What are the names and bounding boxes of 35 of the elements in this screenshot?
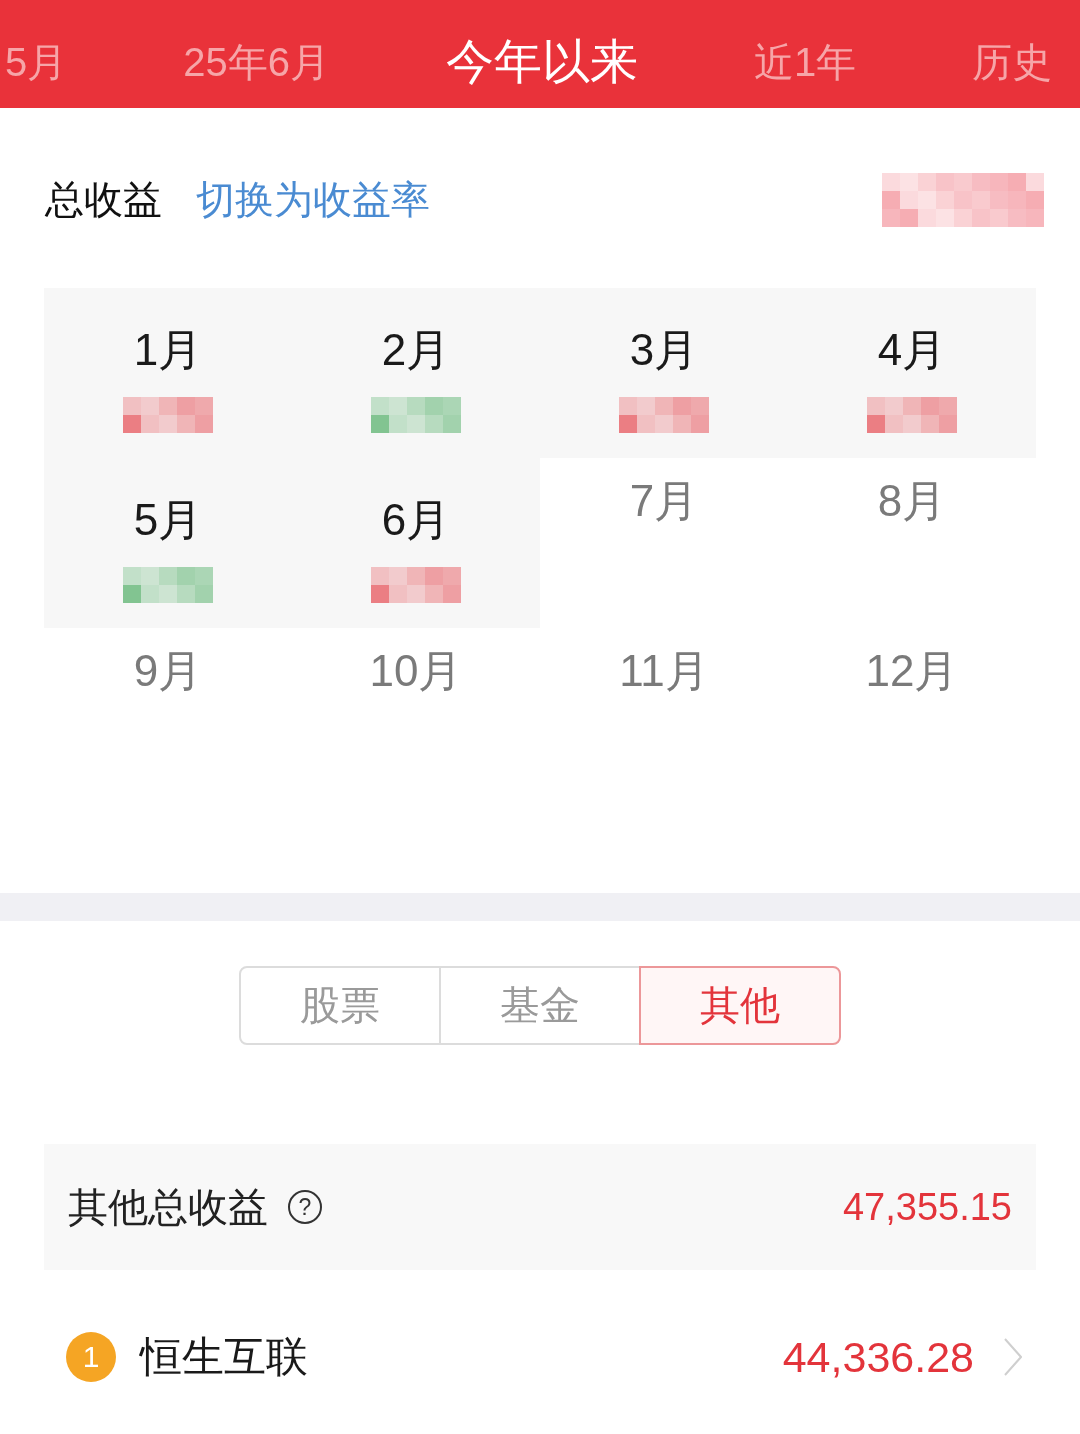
holding-profit-value: 44,336.28 bbox=[782, 1332, 974, 1382]
period-tab[interactable]: 近1年 bbox=[754, 34, 857, 90]
month-label: 11月 bbox=[619, 646, 709, 696]
month-label: 2月 bbox=[381, 325, 451, 375]
month-label: 3月 bbox=[629, 325, 699, 375]
month-cell[interactable]: 2月 bbox=[292, 288, 540, 458]
month-label: 6月 bbox=[381, 495, 451, 545]
month-label: 1月 bbox=[133, 325, 203, 375]
month-cell[interactable]: 6月 bbox=[292, 458, 540, 628]
month-label: 7月 bbox=[629, 476, 699, 526]
month-cell[interactable]: 4月 bbox=[788, 288, 1036, 458]
holding-name[interactable]: 恒生互联 bbox=[140, 1329, 308, 1385]
period-tab[interactable]: 今年以来 bbox=[446, 30, 638, 94]
category-tab[interactable]: 其他 bbox=[639, 966, 842, 1045]
month-label: 5月 bbox=[133, 495, 203, 545]
month-cell[interactable]: 3月 bbox=[540, 288, 788, 458]
month-cell[interactable]: 1月 bbox=[44, 288, 292, 458]
month-label: 9月 bbox=[133, 646, 203, 696]
month-label: 12月 bbox=[865, 646, 959, 696]
rank-badge: 1 bbox=[66, 1332, 116, 1382]
period-tab[interactable]: 历史 bbox=[972, 34, 1053, 90]
category-tab[interactable]: 基金 bbox=[438, 966, 642, 1045]
period-tab[interactable]: 5月 bbox=[5, 34, 68, 90]
switch-to-rate-link[interactable]: 切换为收益率 bbox=[196, 173, 430, 227]
help-icon[interactable]: ? bbox=[288, 1190, 322, 1224]
period-tab[interactable]: 25年6月 bbox=[183, 34, 330, 90]
total-profit-title: 总收益 bbox=[45, 177, 162, 223]
month-label: 10月 bbox=[369, 646, 463, 696]
month-label: 4月 bbox=[877, 325, 947, 375]
category-tab[interactable]: 股票 bbox=[238, 966, 441, 1045]
month-label: 8月 bbox=[877, 476, 947, 526]
category-total-label: 其他总收益 bbox=[68, 1183, 268, 1231]
category-total-value: 47,355.15 bbox=[842, 1185, 1012, 1229]
month-cell[interactable]: 5月 bbox=[44, 458, 292, 628]
chevron-right-icon[interactable] bbox=[1004, 1338, 1022, 1376]
